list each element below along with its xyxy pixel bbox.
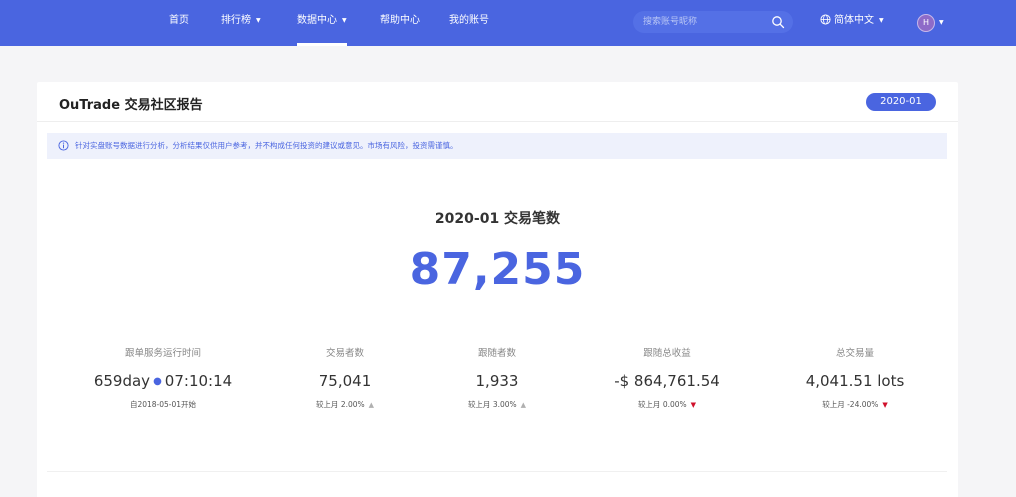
avatar: H — [917, 13, 935, 32]
top-navigation-bar: 首页 排行榜▼ 数据中心▼ 帮助中心 我的账号 简体中文▼ H▼ — [0, 0, 1016, 46]
trade-count-value: 87,255 — [409, 244, 586, 295]
nav-data-center[interactable]: 数据中心 ▼ — [297, 0, 347, 46]
trend-down-icon: ▼ — [882, 401, 888, 409]
trade-count-label: 2020-01 交易笔数 — [434, 211, 561, 227]
stat-label: 跟随者数 — [477, 348, 516, 359]
stat-value: 659day ● 07:10:14 — [73, 371, 253, 391]
nav-home[interactable]: 首页 — [169, 0, 189, 46]
stat-sub: 自2018-05-01开始 — [129, 400, 197, 409]
search-box — [633, 11, 793, 33]
period-selector-badge[interactable]: 2020-01 — [866, 93, 936, 111]
stat-label: 跟单服务运行时间 — [124, 348, 201, 359]
stat-total-volume: 总交易量 4,041.51 lots 较上月 -24.00% ▼ — [765, 347, 945, 411]
page-title: OuTrade 交易社区报告 — [59, 98, 203, 113]
stat-sub: 较上月 -24.00% ▼ — [765, 399, 945, 411]
stat-follower-profit: 跟随总收益 -$ 864,761.54 较上月 0.00% ▼ — [577, 347, 757, 411]
stat-sub: 较上月 3.00% ▲ — [407, 399, 587, 411]
divider — [47, 471, 947, 472]
nav-data-center-label: 数据中心 — [297, 15, 337, 26]
nav-help-center[interactable]: 帮助中心 — [380, 0, 420, 46]
report-card: OuTrade 交易社区报告 2020-01 针对实盘账号数据进行分析，分析结果… — [37, 82, 958, 497]
stat-value: 1,933 — [475, 372, 519, 390]
nav-help-center-label: 帮助中心 — [380, 15, 420, 26]
stat-uptime: 跟单服务运行时间 659day ● 07:10:14 自2018-05-01开始 — [73, 347, 253, 411]
stat-label: 总交易量 — [835, 348, 874, 359]
uptime-clock: 07:10:14 — [164, 372, 233, 390]
stat-value: 4,041.51 lots — [805, 372, 905, 390]
disclaimer-text: 针对实盘账号数据进行分析，分析结果仅供用户参考，并不构成任何投资的建议或意见。市… — [75, 141, 458, 150]
language-label: 简体中文 — [834, 15, 874, 26]
stat-change: 较上月 2.00% — [315, 400, 365, 409]
user-menu[interactable]: H ▼ — [917, 12, 944, 32]
nav-home-label: 首页 — [169, 15, 189, 26]
nav-rankings-label: 排行榜 — [221, 15, 251, 26]
stat-change: 较上月 0.00% — [637, 400, 687, 409]
chevron-down-icon: ▼ — [342, 17, 347, 24]
stat-followers: 跟随者数 1,933 较上月 3.00% ▲ — [407, 347, 587, 411]
stat-label: 跟随总收益 — [643, 348, 691, 359]
stat-sub: 较上月 0.00% ▼ — [577, 399, 757, 411]
nav-my-account[interactable]: 我的账号 — [449, 0, 489, 46]
trend-down-icon: ▼ — [690, 401, 697, 409]
disclaimer-notice: 针对实盘账号数据进行分析，分析结果仅供用户参考，并不构成任何投资的建议或意见。市… — [47, 133, 947, 159]
globe-icon — [820, 14, 831, 25]
search-icon[interactable] — [771, 15, 785, 29]
divider — [37, 121, 958, 122]
uptime-days: 659day — [93, 372, 151, 390]
nav-my-account-label: 我的账号 — [449, 15, 489, 26]
stat-change: 较上月 3.00% — [467, 400, 517, 409]
stat-value: -$ 864,761.54 — [614, 372, 720, 390]
trend-up-icon: ▲ — [368, 401, 375, 409]
chevron-down-icon: ▼ — [879, 17, 884, 24]
stat-change: 较上月 -24.00% — [822, 400, 879, 409]
trend-up-icon: ▲ — [520, 401, 527, 409]
separator-dot-icon: ● — [153, 376, 162, 387]
info-icon — [58, 140, 69, 151]
search-input[interactable] — [643, 11, 767, 33]
chevron-down-icon: ▼ — [256, 17, 261, 24]
language-selector[interactable]: 简体中文 ▼ — [820, 0, 884, 46]
nav-rankings[interactable]: 排行榜 ▼ — [221, 0, 261, 46]
chevron-down-icon: ▼ — [939, 19, 944, 26]
